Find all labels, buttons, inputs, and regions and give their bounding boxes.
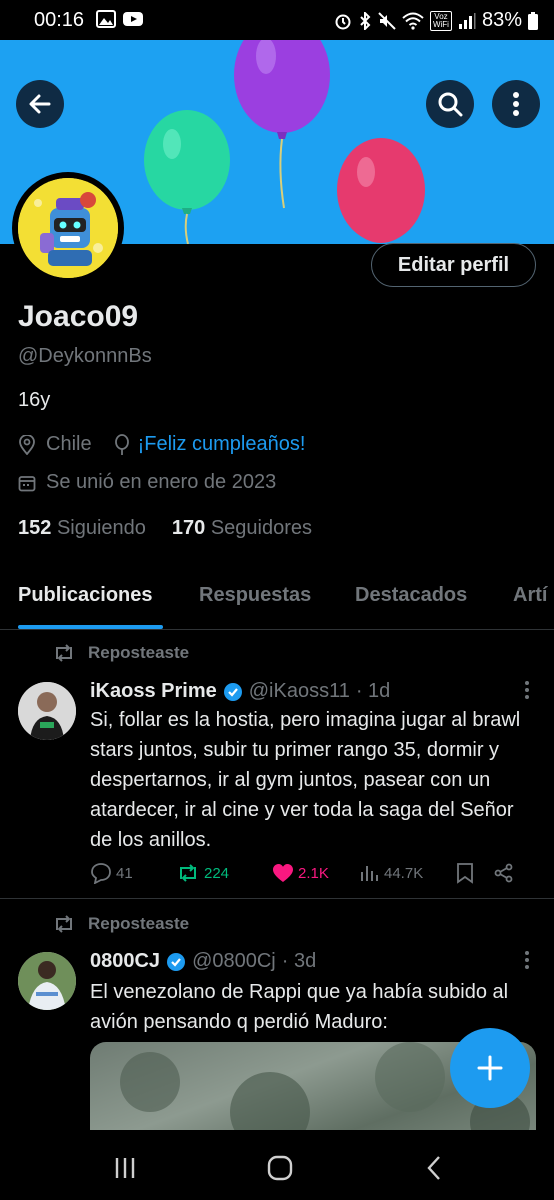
post-actions: 41 224 2.1K 44.7K [90, 862, 530, 884]
avatar [18, 178, 118, 278]
profile-joined-row: Se unió en enero de 2023 [18, 471, 276, 494]
more-options-button[interactable] [492, 80, 540, 128]
profile-bio: 16y [18, 389, 51, 411]
volte-badge: Voz WiFi [429, 10, 452, 31]
system-navigation-bar [0, 1130, 554, 1200]
profile-display-name: Joaco09 [18, 300, 139, 333]
followers-label: Seguidores [210, 517, 313, 539]
post-author-name[interactable]: iKaoss Prime [90, 680, 217, 703]
bluetooth-icon [360, 11, 371, 30]
repost-icon [180, 864, 196, 882]
mute-icon [378, 11, 396, 30]
profile-joined-date: Se unió en enero de 2023 [46, 471, 277, 493]
home-icon[interactable] [267, 1155, 293, 1181]
location-pin-icon [19, 434, 35, 455]
reply-icon [91, 863, 111, 884]
reply-count: 41 [116, 864, 133, 882]
share-button[interactable] [494, 863, 514, 883]
post-time: · 1d [355, 680, 391, 702]
tab-respuestas[interactable]: Respuestas [199, 584, 311, 607]
repost-button[interactable]: 224 [176, 863, 272, 883]
back-button[interactable] [16, 80, 64, 128]
battery-percent: 83% [481, 9, 522, 31]
post-header: 0800CJ @0800Cj · 3d [90, 950, 316, 973]
follow-stats: 152 Siguiendo 170 Seguidores [18, 517, 312, 540]
reply-button[interactable]: 41 [90, 862, 176, 884]
compose-post-button[interactable] [450, 1028, 530, 1108]
tab-publicaciones[interactable]: Publicaciones [18, 584, 153, 607]
alarm-icon [335, 14, 351, 29]
post-author-avatar[interactable] [18, 682, 76, 740]
search-button[interactable] [426, 80, 474, 128]
views-button[interactable]: 44.7K [360, 863, 456, 883]
arrow-left-icon [29, 94, 51, 114]
repost-indicator: Reposteaste [52, 914, 189, 934]
vertical-dots-icon [513, 92, 519, 116]
gallery-icon [96, 10, 116, 28]
vertical-dots-icon [525, 681, 529, 699]
like-count: 2.1K [298, 864, 329, 882]
balloon-icon [114, 433, 129, 455]
battery-icon [528, 11, 538, 30]
profile-tabs: Publicaciones Respuestas Destacados Artí [0, 560, 554, 630]
post-more-button[interactable] [524, 680, 530, 706]
profile-location: Chile [46, 433, 92, 455]
post-more-button[interactable] [524, 950, 530, 976]
repost-icon [56, 644, 72, 662]
status-bar: 00:16 Voz WiFi 83% [0, 0, 554, 40]
tab-destacados[interactable]: Destacados [355, 584, 467, 607]
like-button[interactable]: 2.1K [272, 863, 360, 883]
verified-badge-icon [167, 952, 186, 971]
brawler-avatar-image [18, 178, 118, 278]
bookmark-button[interactable] [456, 862, 494, 884]
post-text: El venezolano de Rappi que ya había subi… [90, 981, 509, 1033]
profile-birthday[interactable]: ¡Feliz cumpleaños! [138, 433, 306, 456]
active-tab-indicator [18, 625, 163, 629]
following-count: 152 [18, 517, 52, 539]
repost-label: Reposteaste [88, 914, 190, 933]
views-count: 44.7K [384, 864, 424, 882]
profile-avatar-frame[interactable] [12, 172, 124, 284]
post-author-handle: @iKaoss11 [248, 680, 350, 702]
post-time: · 3d [281, 950, 317, 972]
followers-link[interactable]: 170 Seguidores [172, 517, 312, 540]
post-divider [0, 898, 554, 899]
vertical-dots-icon [525, 951, 529, 969]
plus-icon [477, 1055, 503, 1081]
following-label: Siguiendo [56, 517, 146, 539]
following-link[interactable]: 152 Siguiendo [18, 517, 146, 540]
followers-count: 170 [171, 517, 206, 539]
profile-meta-row: Chile ¡Feliz cumpleaños! [18, 433, 305, 456]
bookmark-icon [457, 863, 473, 884]
post-author-handle: @0800Cj [192, 950, 276, 972]
post-text: Si, follar es la hostia, pero imagina ju… [90, 709, 521, 851]
wifi-icon [402, 12, 424, 30]
author-photo [18, 952, 76, 1010]
post-author-name[interactable]: 0800CJ [90, 950, 160, 973]
recent-apps-icon[interactable] [113, 1156, 137, 1180]
author-photo [18, 682, 76, 740]
repost-icon [56, 915, 72, 933]
views-chart-icon [361, 866, 378, 881]
youtube-icon [123, 12, 143, 26]
repost-indicator: Reposteaste [52, 643, 189, 663]
post-header: iKaoss Prime @iKaoss11 · 1d [90, 680, 390, 703]
repost-label: Reposteaste [88, 643, 190, 662]
calendar-icon [18, 475, 36, 491]
verified-badge-icon [223, 682, 242, 701]
heart-filled-icon [273, 864, 293, 882]
profile-handle: @DeykonnnBs [18, 345, 152, 367]
repost-count: 224 [204, 864, 230, 882]
post-author-avatar[interactable] [18, 952, 76, 1010]
edit-profile-button[interactable]: Editar perfil [371, 243, 536, 287]
share-icon [494, 863, 513, 883]
search-icon [438, 92, 463, 117]
signal-icon [458, 12, 476, 29]
status-time: 00:16 [34, 9, 85, 31]
tab-articulos[interactable]: Artí [513, 584, 547, 607]
back-icon[interactable] [425, 1155, 443, 1181]
